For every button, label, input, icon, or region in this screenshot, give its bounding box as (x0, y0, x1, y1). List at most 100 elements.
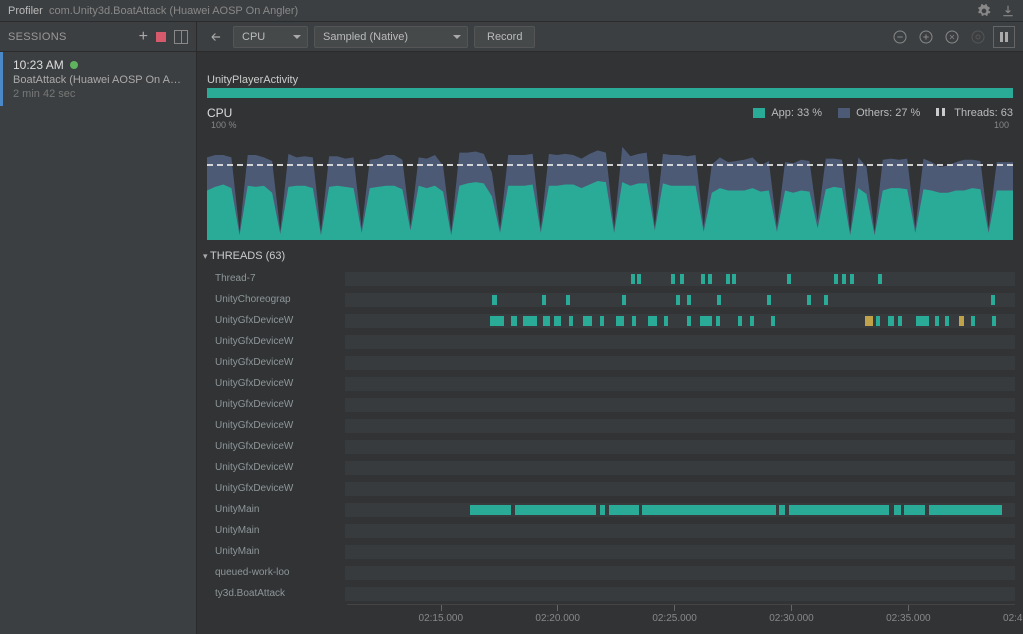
thread-segment[interactable] (600, 316, 604, 326)
time-axis[interactable]: 02:15.00002:20.00002:25.00002:30.00002:3… (347, 604, 1015, 634)
activity-bar[interactable] (207, 88, 1013, 98)
thread-row[interactable]: UnityMain (197, 520, 1015, 541)
thread-segment[interactable] (687, 295, 691, 305)
thread-segment[interactable] (807, 295, 811, 305)
thread-track[interactable] (345, 314, 1015, 328)
thread-segment[interactable] (738, 316, 742, 326)
thread-row[interactable]: UnityGfxDeviceW (197, 415, 1015, 436)
thread-segment[interactable] (680, 274, 684, 284)
thread-track[interactable] (345, 503, 1015, 517)
thread-segment[interactable] (771, 316, 775, 326)
thread-segment[interactable] (834, 274, 838, 284)
thread-segment[interactable] (716, 316, 720, 326)
thread-segment[interactable] (470, 505, 512, 515)
thread-segment[interactable] (543, 316, 550, 326)
thread-segment[interactable] (904, 505, 924, 515)
zoom-reset-button[interactable] (941, 26, 963, 48)
thread-segment[interactable] (888, 316, 895, 326)
thread-track[interactable] (345, 272, 1015, 286)
stop-record-button[interactable] (156, 32, 166, 42)
cpu-chart[interactable]: 100 % 100 50 50 (207, 122, 1013, 240)
thread-segment[interactable] (865, 316, 873, 326)
thread-segment[interactable] (583, 316, 592, 326)
thread-track[interactable] (345, 398, 1015, 412)
profiler-type-select[interactable]: CPU (233, 26, 308, 48)
thread-track[interactable] (345, 377, 1015, 391)
thread-segment[interactable] (600, 505, 605, 515)
layout-toggle-button[interactable] (174, 30, 188, 44)
thread-row[interactable]: ty3d.BoatAttack (197, 583, 1015, 604)
thread-segment[interactable] (876, 316, 880, 326)
thread-segment[interactable] (929, 505, 1001, 515)
thread-segment[interactable] (789, 505, 890, 515)
thread-track[interactable] (345, 545, 1015, 559)
thread-track[interactable] (345, 524, 1015, 538)
thread-row[interactable]: UnityGfxDeviceW (197, 436, 1015, 457)
thread-track[interactable] (345, 419, 1015, 433)
thread-segment[interactable] (648, 316, 657, 326)
thread-track[interactable] (345, 356, 1015, 370)
thread-track[interactable] (345, 461, 1015, 475)
thread-segment[interactable] (898, 316, 902, 326)
thread-row[interactable]: UnityGfxDeviceW (197, 373, 1015, 394)
thread-segment[interactable] (779, 505, 784, 515)
session-item[interactable]: 10:23 AM BoatAttack (Huawei AOSP On An… … (0, 52, 196, 106)
thread-segment[interactable] (708, 274, 712, 284)
thread-segment[interactable] (787, 274, 791, 284)
thread-segment[interactable] (676, 295, 680, 305)
download-icon[interactable] (1001, 4, 1015, 18)
thread-track[interactable] (345, 566, 1015, 580)
back-button[interactable] (205, 26, 227, 48)
thread-segment[interactable] (511, 316, 516, 326)
thread-segment[interactable] (717, 295, 721, 305)
thread-segment[interactable] (750, 316, 754, 326)
thread-row[interactable]: UnityGfxDeviceW (197, 352, 1015, 373)
thread-track[interactable] (345, 335, 1015, 349)
thread-segment[interactable] (622, 295, 626, 305)
recording-mode-select[interactable]: Sampled (Native) (314, 26, 468, 48)
thread-segment[interactable] (642, 505, 776, 515)
thread-segment[interactable] (492, 295, 497, 305)
thread-segment[interactable] (935, 316, 939, 326)
thread-segment[interactable] (959, 316, 964, 326)
thread-row[interactable]: UnityGfxDeviceW (197, 457, 1015, 478)
thread-segment[interactable] (569, 316, 573, 326)
thread-segment[interactable] (894, 505, 901, 515)
thread-row[interactable]: queued-work-loo (197, 562, 1015, 583)
thread-row[interactable]: UnityGfxDeviceW (197, 394, 1015, 415)
zoom-in-button[interactable] (915, 26, 937, 48)
thread-row[interactable]: UnityMain (197, 541, 1015, 562)
thread-segment[interactable] (971, 316, 975, 326)
thread-segment[interactable] (945, 316, 949, 326)
thread-track[interactable] (345, 482, 1015, 496)
thread-segment[interactable] (515, 505, 597, 515)
thread-segment[interactable] (850, 274, 854, 284)
thread-segment[interactable] (687, 316, 691, 326)
thread-segment[interactable] (878, 274, 882, 284)
thread-track[interactable] (345, 293, 1015, 307)
thread-segment[interactable] (671, 274, 675, 284)
thread-segment[interactable] (566, 295, 570, 305)
zoom-out-button[interactable] (889, 26, 911, 48)
thread-segment[interactable] (542, 295, 546, 305)
thread-segment[interactable] (609, 505, 639, 515)
add-session-button[interactable]: + (139, 28, 148, 46)
thread-row[interactable]: UnityChoreograp (197, 289, 1015, 310)
thread-segment[interactable] (824, 295, 828, 305)
thread-segment[interactable] (631, 274, 635, 284)
thread-segment[interactable] (842, 274, 846, 284)
thread-segment[interactable] (991, 295, 995, 305)
thread-segment[interactable] (916, 316, 929, 326)
record-button[interactable]: Record (474, 26, 535, 48)
thread-segment[interactable] (637, 274, 641, 284)
thread-row[interactable]: UnityGfxDeviceW (197, 331, 1015, 352)
thread-row[interactable]: UnityMain (197, 499, 1015, 520)
thread-segment[interactable] (632, 316, 636, 326)
thread-segment[interactable] (992, 316, 996, 326)
threads-heading[interactable]: THREADS (63) (197, 248, 1015, 268)
thread-segment[interactable] (554, 316, 561, 326)
thread-segment[interactable] (767, 295, 771, 305)
thread-segment[interactable] (732, 274, 736, 284)
thread-row[interactable]: UnityGfxDeviceW (197, 478, 1015, 499)
thread-segment[interactable] (726, 274, 730, 284)
